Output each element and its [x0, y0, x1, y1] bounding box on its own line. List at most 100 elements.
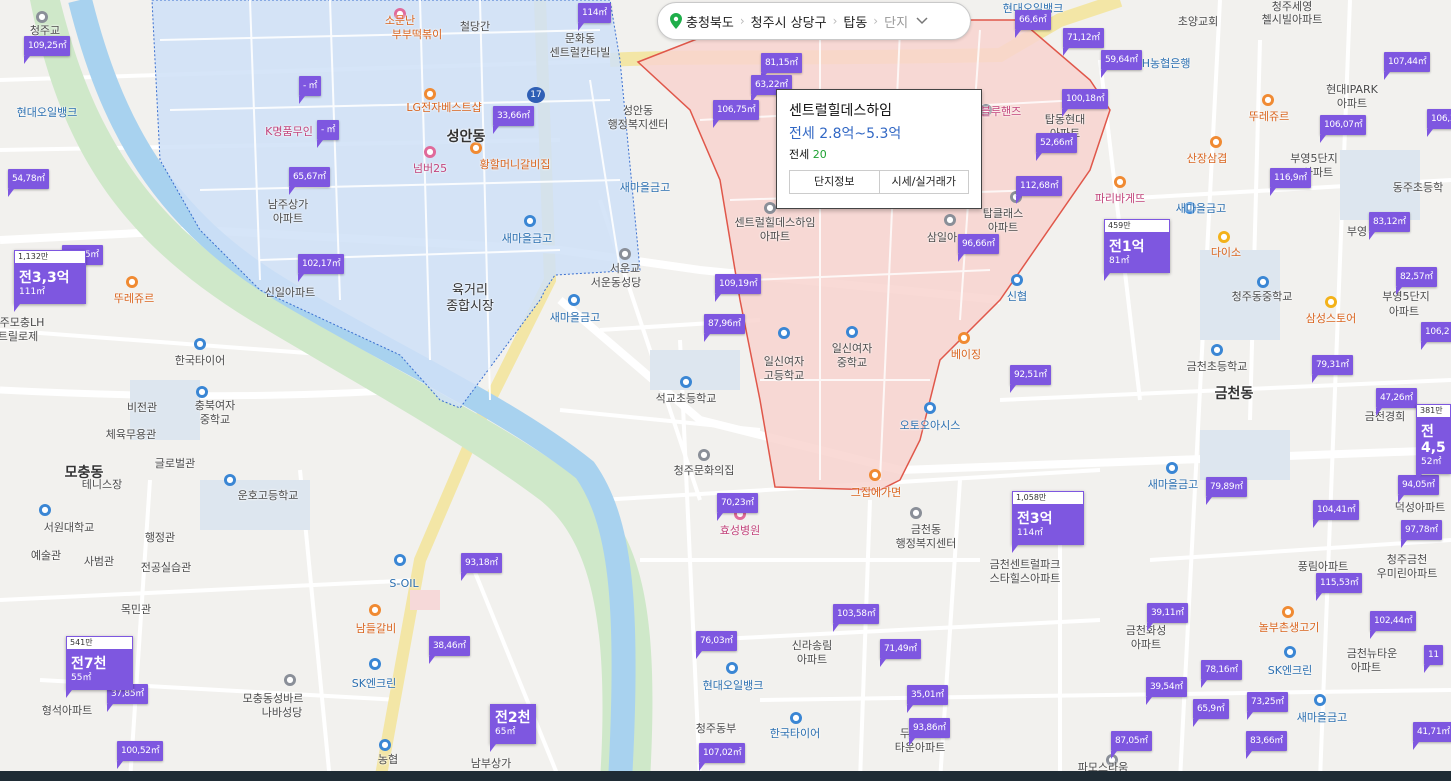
map-label: 블루핸즈 — [980, 105, 1022, 118]
map-label: 전공실습관 — [140, 561, 192, 574]
breadcrumb-city[interactable]: 청주시 상당구 — [745, 3, 833, 39]
price-marker[interactable]: 103,58㎡ — [833, 604, 880, 632]
map-label: 넘버25 — [412, 162, 448, 175]
breadcrumb-dong[interactable]: 탑동 — [837, 3, 873, 39]
price-marker[interactable]: 106,75㎡ — [713, 100, 760, 128]
map-label: 센트럴힐데스하임 — [734, 216, 816, 229]
price-marker[interactable]: 79,89㎡ — [1206, 477, 1247, 505]
taskbar — [0, 771, 1451, 781]
map-label: 부부떡볶이 — [391, 28, 443, 41]
listing-marker[interactable]: 381만 전4,5 52㎡ — [1416, 404, 1451, 482]
breadcrumb-province-label: 충청북도 — [686, 15, 734, 31]
price-marker[interactable]: 106,3 — [1427, 109, 1451, 137]
price-marker[interactable]: 97,78㎡ — [1401, 520, 1442, 548]
school-icon: ● — [224, 474, 236, 486]
listing-area: 65㎡ — [495, 727, 516, 737]
price-per-unit: 1,058만 — [1012, 491, 1084, 505]
map-label: 서원대학교 — [43, 521, 95, 534]
map-label: 신라송림 — [791, 639, 833, 652]
map-label: 체육무용관 — [105, 428, 157, 441]
breadcrumb-province[interactable]: 충청북도 — [658, 3, 740, 39]
price-marker[interactable]: 107,02㎡ — [699, 743, 746, 771]
price-marker[interactable]: 116,9㎡ — [1270, 168, 1311, 196]
price-marker[interactable]: 38,46㎡ — [429, 636, 470, 664]
price-marker[interactable]: 102,44㎡ — [1370, 611, 1417, 639]
price-marker[interactable]: 83,12㎡ — [1369, 212, 1410, 240]
price-marker[interactable]: 73,25㎡ — [1247, 692, 1288, 720]
price-marker[interactable]: 106,07㎡ — [1320, 115, 1367, 143]
price-marker[interactable]: 35,01㎡ — [907, 685, 948, 713]
complex-info-button[interactable]: 단지정보 — [790, 171, 879, 193]
price-marker[interactable]: 65,9㎡ — [1193, 699, 1229, 727]
price-marker[interactable]: - ㎡ — [317, 120, 340, 148]
price-marker[interactable]: 87,05㎡ — [1111, 731, 1152, 759]
price-marker[interactable]: 79,31㎡ — [1312, 355, 1353, 383]
complex-info-popup: 센트럴힐데스하임 전세 2.8억~5.3억 전세 20 단지정보 시세/실거래가 — [776, 89, 982, 209]
price-marker[interactable]: 59,64㎡ — [1101, 50, 1142, 78]
price-marker[interactable]: 96,66㎡ — [958, 234, 999, 262]
map-label: 금천화성 — [1125, 624, 1167, 637]
price-marker[interactable]: 82,57㎡ — [1396, 267, 1437, 295]
price-marker[interactable]: 71,49㎡ — [880, 639, 921, 667]
price-marker[interactable]: 39,11㎡ — [1147, 603, 1188, 631]
map-label: 철당간 — [459, 20, 491, 33]
price-marker[interactable]: 112,68㎡ — [1016, 176, 1063, 204]
price-marker[interactable]: 92,51㎡ — [1010, 365, 1051, 393]
price-marker[interactable]: 71,12㎡ — [1063, 28, 1104, 56]
price-marker[interactable]: 65,67㎡ — [289, 167, 330, 195]
price-marker[interactable]: 93,18㎡ — [461, 553, 502, 581]
price-marker[interactable]: 100,52㎡ — [117, 741, 164, 769]
listing-marker[interactable]: 1,058만 전3억 114㎡ — [1012, 491, 1084, 553]
popup-buttons: 단지정보 시세/실거래가 — [789, 170, 969, 194]
price-marker[interactable]: 109,25㎡ — [24, 36, 71, 64]
price-marker[interactable]: 76,03㎡ — [696, 631, 737, 659]
breadcrumb-city-label: 청주시 상당구 — [750, 15, 827, 31]
price-marker[interactable]: 78,16㎡ — [1201, 660, 1242, 688]
listing-price: 전3,3억 — [19, 270, 70, 286]
price-marker[interactable]: 41,71㎡ — [1413, 722, 1451, 750]
price-marker[interactable]: 100,18㎡ — [1062, 89, 1109, 117]
price-marker[interactable]: 107,44㎡ — [1384, 52, 1431, 80]
map-label: 아파트 — [1350, 661, 1382, 674]
price-marker[interactable]: 104,41㎡ — [1313, 500, 1360, 528]
price-marker[interactable]: 93,86㎡ — [909, 718, 950, 746]
listing-marker[interactable]: 전2천 65㎡ — [490, 704, 536, 752]
price-marker[interactable]: 115,53㎡ — [1316, 573, 1363, 601]
map-label: 뚜레쥬르 — [113, 292, 155, 305]
price-per-unit: 381만 — [1416, 404, 1451, 418]
price-marker[interactable]: 81,15㎡ — [761, 53, 802, 81]
map-label: 서운동성당 — [590, 276, 642, 289]
price-marker[interactable]: 11 — [1424, 645, 1443, 673]
price-marker[interactable]: 70,23㎡ — [717, 493, 758, 521]
price-marker[interactable]: 33,66㎡ — [493, 106, 534, 134]
area-label: 성안동 — [446, 129, 486, 145]
listing-marker[interactable]: 541만 전7천 55㎡ — [66, 636, 133, 698]
gas-icon: ● — [1284, 646, 1296, 658]
price-marker[interactable]: 114㎡ — [578, 3, 611, 31]
price-marker[interactable]: 47,26㎡ — [1376, 388, 1417, 416]
breadcrumb-complex[interactable]: 단지 — [878, 3, 934, 39]
price-marker[interactable]: 52,66㎡ — [1036, 133, 1077, 161]
listing-price: 전2천 — [495, 710, 531, 726]
map-label: 부영5단지 — [1382, 290, 1430, 303]
map-label: 행정복지센터 — [607, 118, 669, 131]
listing-marker[interactable]: 1,132만 전3,3억 111㎡ — [14, 250, 86, 312]
listing-price: 전3억 — [1017, 511, 1053, 527]
price-marker[interactable]: 66,6㎡ — [1015, 10, 1051, 38]
map-label: 산장삼겹 — [1186, 152, 1228, 165]
price-marker[interactable]: - ㎡ — [299, 76, 322, 104]
map-label: 타운아파트 — [894, 741, 946, 754]
price-marker[interactable]: 102,17㎡ — [298, 254, 345, 282]
market-price-button[interactable]: 시세/실거래가 — [878, 171, 969, 193]
price-marker[interactable]: 54,78㎡ — [8, 169, 49, 197]
price-marker[interactable]: 87,96㎡ — [704, 314, 745, 342]
price-marker[interactable]: 109,19㎡ — [715, 274, 762, 302]
listing-marker[interactable]: 459만 전1억 81㎡ — [1104, 219, 1170, 281]
map-label: 청주금천 — [1386, 553, 1428, 566]
price-marker[interactable]: 39,54㎡ — [1146, 677, 1187, 705]
price-marker[interactable]: 83,66㎡ — [1246, 731, 1287, 759]
map-label: 일신여자 — [831, 342, 873, 355]
map-label: 글로벌관 — [154, 457, 196, 470]
price-marker[interactable]: 106,2 — [1421, 322, 1451, 350]
chevron-down-icon — [916, 17, 928, 25]
